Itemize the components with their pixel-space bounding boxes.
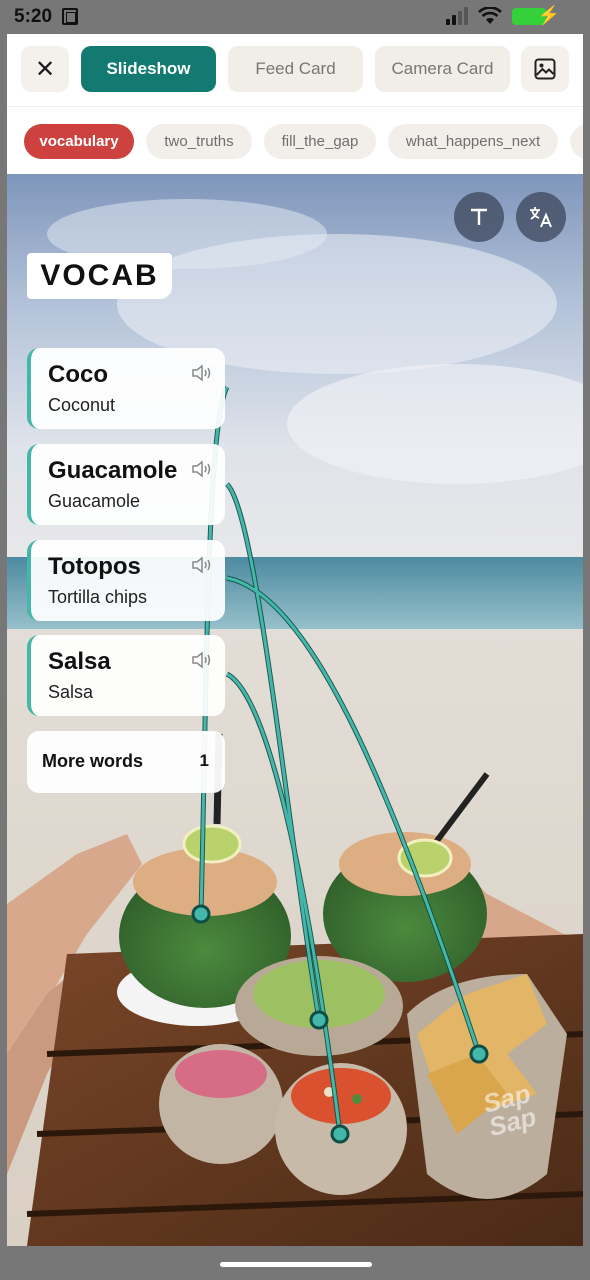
chip-more[interactable] — [570, 124, 583, 159]
chip-fill-the-gap[interactable]: fill_the_gap — [264, 124, 376, 159]
status-indicators: ⚡ — [446, 5, 560, 25]
tab-feed-card[interactable]: Feed Card — [228, 46, 363, 92]
close-icon: ✕ — [34, 55, 56, 83]
vocab-card-salsa[interactable]: Salsa Salsa — [27, 635, 225, 716]
screen-record-icon — [62, 8, 78, 25]
chip-label: what_happens_next — [405, 133, 541, 150]
chip-label: fill_the_gap — [281, 133, 359, 150]
more-words-count: 1 — [199, 751, 209, 770]
tab-label: Camera Card — [391, 59, 494, 78]
more-words-label: More words — [42, 751, 144, 771]
vocab-translation: Coconut — [48, 395, 116, 415]
speaker-icon[interactable] — [191, 556, 213, 574]
phone-screen: 5:20 ⚡ ✕ Slideshow Feed Card Camera Card… — [0, 0, 590, 1280]
speaker-icon[interactable] — [191, 651, 213, 669]
close-button[interactable]: ✕ — [21, 46, 69, 92]
home-indicator[interactable] — [220, 1262, 372, 1267]
chip-what-happens-next[interactable]: what_happens_next — [388, 124, 558, 159]
vocab-translation: Guacamole — [48, 491, 141, 511]
image-icon — [534, 58, 556, 80]
speaker-icon[interactable] — [191, 364, 213, 382]
wifi-icon — [478, 7, 502, 24]
template-chip-bar: vocabulary two_truths fill_the_gap what_… — [7, 106, 583, 174]
vocab-card-coco[interactable]: Coco Coconut — [27, 348, 225, 429]
vocab-word: Totopos — [48, 553, 141, 580]
chip-label: vocabulary — [39, 133, 119, 150]
status-time: 5:20 — [14, 6, 53, 27]
translate-icon — [530, 207, 552, 228]
vocab-card-guacamole[interactable]: Guacamole Guacamole — [27, 444, 225, 525]
vocab-translation: Tortilla chips — [48, 587, 148, 607]
vocab-word: Guacamole — [48, 457, 178, 484]
chip-two-truths[interactable]: two_truths — [146, 124, 252, 159]
charging-icon: ⚡ — [537, 4, 560, 25]
speaker-icon[interactable] — [191, 460, 213, 478]
status-bar: 5:20 ⚡ — [0, 0, 590, 34]
chip-label: two_truths — [164, 133, 234, 150]
signal-icon — [446, 7, 468, 25]
text-tool-button[interactable] — [454, 192, 504, 242]
battery-icon: ⚡ — [512, 5, 560, 25]
app-window: ✕ Slideshow Feed Card Camera Card vocabu… — [7, 34, 583, 1246]
tab-slideshow[interactable]: Slideshow — [81, 46, 216, 92]
tab-camera-card[interactable]: Camera Card — [375, 46, 510, 92]
tab-label: Slideshow — [106, 59, 191, 78]
vocab-word: Salsa — [48, 648, 111, 675]
text-icon — [471, 208, 487, 225]
tab-label: Feed Card — [255, 59, 336, 78]
photo-canvas: VOCAB Coco Coconut Guacamole Guacamole T… — [7, 174, 583, 1246]
image-button[interactable] — [521, 46, 569, 92]
vocab-translation: Salsa — [48, 682, 94, 702]
top-toolbar: ✕ Slideshow Feed Card Camera Card — [7, 34, 583, 106]
vocab-card-totopos[interactable]: Totopos Tortilla chips — [27, 540, 225, 621]
vocab-word: Coco — [48, 361, 108, 388]
translate-button[interactable] — [516, 192, 566, 242]
vocab-title: VOCAB — [27, 253, 172, 299]
chip-vocabulary[interactable]: vocabulary — [24, 124, 134, 159]
more-words-button[interactable]: More words 1 — [27, 731, 225, 793]
